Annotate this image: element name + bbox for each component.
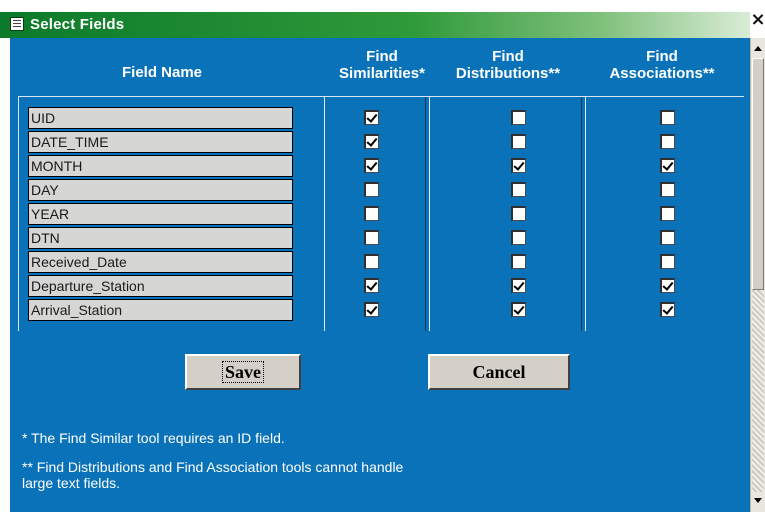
save-button[interactable]: Save xyxy=(185,354,301,390)
associations-checkbox-received-date[interactable] xyxy=(660,254,675,269)
field-name-cell: DTN xyxy=(28,227,293,249)
field-name-cell: Received_Date xyxy=(28,251,293,273)
scrollbar-track[interactable] xyxy=(752,290,764,492)
distributions-checkbox-year[interactable] xyxy=(511,206,526,221)
similarities-checkbox-day[interactable] xyxy=(364,182,379,197)
field-name-cell: MONTH xyxy=(28,155,293,177)
window-title: Select Fields xyxy=(30,16,125,33)
similar-tool-note: * The Find Similar tool requires an ID f… xyxy=(22,430,285,446)
column-divider xyxy=(429,97,430,331)
associations-checkbox-dtn[interactable] xyxy=(660,230,675,245)
header-find-associations: Find Associations** xyxy=(582,48,742,82)
header-find-distributions: Find Distributions** xyxy=(438,48,578,82)
field-rows: UID DATE_TIME MONTH DAY YEAR DTN Receive… xyxy=(28,107,675,323)
associations-checkbox-year[interactable] xyxy=(660,206,675,221)
field-row-date-time: DATE_TIME xyxy=(28,131,675,155)
field-name-cell: DATE_TIME xyxy=(28,131,293,153)
fields-grid: UID DATE_TIME MONTH DAY YEAR DTN Receive… xyxy=(18,96,744,331)
field-row-arrival-station: Arrival_Station xyxy=(28,299,675,323)
scroll-up-arrow-icon[interactable] xyxy=(751,42,765,56)
similarities-checkbox-year[interactable] xyxy=(364,206,379,221)
distributions-checkbox-date-time[interactable] xyxy=(511,134,526,149)
distributions-checkbox-received-date[interactable] xyxy=(511,254,526,269)
associations-checkbox-month[interactable] xyxy=(660,158,675,173)
vertical-scrollbar[interactable] xyxy=(750,38,765,512)
field-name-cell: Departure_Station xyxy=(28,275,293,297)
select-fields-panel: Field Name Find Similarities* Find Distr… xyxy=(10,38,750,512)
similarities-checkbox-arrival-station[interactable] xyxy=(364,302,379,317)
associations-checkbox-arrival-station[interactable] xyxy=(660,302,675,317)
distributions-checkbox-arrival-station[interactable] xyxy=(511,302,526,317)
form-icon xyxy=(10,17,24,31)
column-divider xyxy=(585,97,586,331)
field-row-uid: UID xyxy=(28,107,675,131)
associations-checkbox-uid[interactable] xyxy=(660,110,675,125)
scrollbar-thumb[interactable] xyxy=(752,58,764,290)
column-divider xyxy=(324,97,325,331)
header-find-similarities-line1: Find xyxy=(366,48,398,65)
header-find-similarities: Find Similarities* xyxy=(332,48,432,82)
associations-checkbox-departure-station[interactable] xyxy=(660,278,675,293)
header-find-associations-line2: Associations** xyxy=(609,65,715,82)
header-find-distributions-line2: Distributions** xyxy=(455,65,561,82)
field-name-cell: YEAR xyxy=(28,203,293,225)
field-row-day: DAY xyxy=(28,179,675,203)
field-row-departure-station: Departure_Station xyxy=(28,275,675,299)
column-divider xyxy=(425,97,426,331)
distributions-checkbox-dtn[interactable] xyxy=(511,230,526,245)
distributions-checkbox-month[interactable] xyxy=(511,158,526,173)
similarities-checkbox-departure-station[interactable] xyxy=(364,278,379,293)
column-divider xyxy=(581,97,582,331)
similarities-checkbox-date-time[interactable] xyxy=(364,134,379,149)
associations-checkbox-day[interactable] xyxy=(660,182,675,197)
close-icon[interactable]: × xyxy=(749,10,765,30)
scroll-down-arrow-icon[interactable] xyxy=(751,494,765,508)
distributions-checkbox-day[interactable] xyxy=(511,182,526,197)
cancel-button[interactable]: Cancel xyxy=(428,354,570,390)
distributions-checkbox-uid[interactable] xyxy=(511,110,526,125)
header-field-name: Field Name xyxy=(121,64,203,81)
field-row-year: YEAR xyxy=(28,203,675,227)
field-name-cell: DAY xyxy=(28,179,293,201)
field-row-dtn: DTN xyxy=(28,227,675,251)
header-find-associations-line1: Find xyxy=(646,48,678,65)
similarities-checkbox-month[interactable] xyxy=(364,158,379,173)
field-row-month: MONTH xyxy=(28,155,675,179)
similarities-checkbox-dtn[interactable] xyxy=(364,230,379,245)
similarities-checkbox-uid[interactable] xyxy=(364,110,379,125)
field-name-cell: Arrival_Station xyxy=(28,299,293,321)
distributions-checkbox-departure-station[interactable] xyxy=(511,278,526,293)
title-bar[interactable]: Select Fields xyxy=(0,12,750,38)
distribution-tool-note: ** Find Distributions and Find Associati… xyxy=(22,459,404,491)
associations-checkbox-date-time[interactable] xyxy=(660,134,675,149)
save-button-label: Save xyxy=(222,361,264,383)
field-row-received-date: Received_Date xyxy=(28,251,675,275)
similarities-checkbox-received-date[interactable] xyxy=(364,254,379,269)
header-find-distributions-line1: Find xyxy=(492,48,524,65)
header-find-similarities-line2: Similarities* xyxy=(339,65,425,82)
field-name-cell: UID xyxy=(28,107,293,129)
